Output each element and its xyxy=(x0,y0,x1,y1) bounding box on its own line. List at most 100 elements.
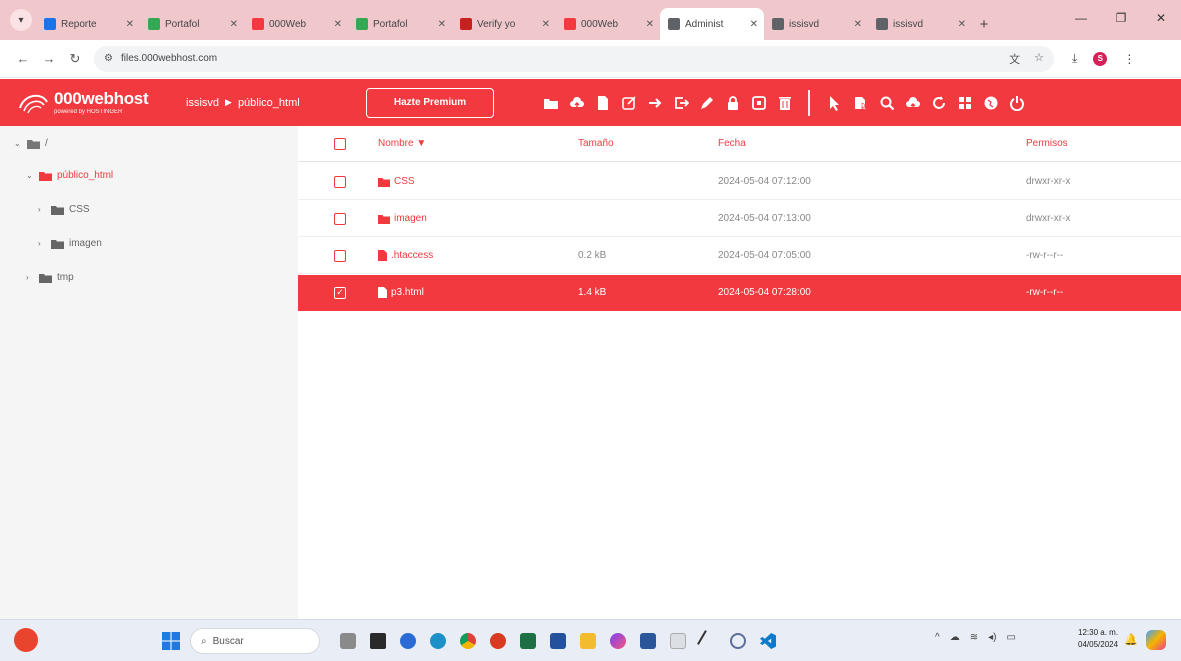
taskbar-app-git[interactable] xyxy=(725,628,751,654)
file-row[interactable]: .htaccess 0.2 kB 2024-05-04 07:05:00 -rw-r-… xyxy=(298,238,1181,274)
tab-close-icon[interactable]: ✕ xyxy=(230,19,238,30)
minimize-button[interactable]: — xyxy=(1061,0,1101,36)
site-info-icon[interactable]: ⚙ xyxy=(104,53,113,64)
taskbar-app-excel[interactable] xyxy=(515,628,541,654)
chevron-down-icon[interactable]: ⌄ xyxy=(26,171,34,180)
premium-button[interactable]: Hazte Premium xyxy=(366,87,494,118)
new-file-button[interactable] xyxy=(590,90,616,116)
file-name-cell[interactable]: p3.html xyxy=(378,287,424,298)
chevron-right-icon[interactable]: › xyxy=(38,239,46,248)
file-name-cell[interactable]: CSS xyxy=(378,176,415,187)
browser-tab[interactable]: issisvd ✕ xyxy=(868,8,972,40)
tab-search-button[interactable]: ▾ xyxy=(10,9,32,31)
delete-button[interactable] xyxy=(772,90,798,116)
tab-close-icon[interactable]: ✕ xyxy=(854,19,862,30)
weather-widget-icon[interactable] xyxy=(14,628,38,652)
back-button[interactable]: ← xyxy=(10,46,36,72)
tray-overflow-icon[interactable]: ^ xyxy=(935,632,940,643)
tree-item[interactable]: › tmp xyxy=(26,272,74,283)
profile-avatar[interactable]: S xyxy=(1093,51,1108,66)
tray-onedrive-icon[interactable]: ☁ xyxy=(950,632,960,643)
copy-button[interactable] xyxy=(668,90,694,116)
browser-menu-icon[interactable]: ⋮ xyxy=(1123,52,1135,66)
taskbar-clock[interactable]: 12:30 a. m. 04/05/2024 xyxy=(1078,627,1118,651)
browser-tab[interactable]: Administ ✕ xyxy=(660,8,764,40)
logo-000webhost[interactable]: 000webhost powered by HOSTINGER xyxy=(16,90,176,116)
column-header-permissions[interactable]: Permisos xyxy=(1026,138,1068,149)
tab-close-icon[interactable]: ✕ xyxy=(750,19,758,30)
row-checkbox[interactable]: ✓ xyxy=(334,286,346,299)
copilot-icon[interactable] xyxy=(1146,630,1166,650)
browser-tab[interactable]: Portafol ✕ xyxy=(140,8,244,40)
file-name-cell[interactable]: imagen xyxy=(378,213,427,224)
taskbar-app-files[interactable] xyxy=(575,628,601,654)
tray-volume-icon[interactable]: ◂) xyxy=(988,632,996,643)
edit-button[interactable] xyxy=(616,90,642,116)
reload-button[interactable]: ↻ xyxy=(62,46,88,72)
row-checkbox[interactable] xyxy=(334,249,346,262)
browser-tab[interactable]: 000Web ✕ xyxy=(556,8,660,40)
tab-close-icon[interactable]: ✕ xyxy=(438,19,446,30)
upload-button[interactable] xyxy=(564,90,590,116)
move-button[interactable] xyxy=(642,90,668,116)
logout-button[interactable] xyxy=(1004,90,1030,116)
select-button[interactable] xyxy=(822,90,848,116)
select-all-checkbox[interactable] xyxy=(334,137,346,150)
tray-battery-icon[interactable]: ▭ xyxy=(1006,632,1015,643)
settings-button[interactable] xyxy=(978,90,1004,116)
restore-button[interactable]: ❐ xyxy=(1101,0,1141,36)
taskbar-app-taskview[interactable] xyxy=(365,628,391,654)
taskbar-app-explorer[interactable] xyxy=(395,628,421,654)
browser-tab[interactable]: 000Web ✕ xyxy=(244,8,348,40)
file-row[interactable]: imagen 2024-05-04 07:13:00 drwxr-xr-x xyxy=(298,201,1181,237)
browser-tab[interactable]: issisvd ✕ xyxy=(764,8,868,40)
new-tab-button[interactable]: + xyxy=(972,8,996,40)
taskbar-app-copilot[interactable] xyxy=(605,628,631,654)
taskbar-app-pen[interactable] xyxy=(695,628,721,654)
file-name-cell[interactable]: .htaccess xyxy=(378,250,433,261)
forward-button[interactable]: → xyxy=(36,46,62,72)
chevron-right-icon[interactable]: › xyxy=(26,273,34,282)
column-header-date[interactable]: Fecha xyxy=(718,138,746,149)
close-window-button[interactable]: ✕ xyxy=(1141,0,1181,36)
taskbar-app-chrome[interactable] xyxy=(455,628,481,654)
file-row[interactable]: ✓ p3.html 1.4 kB 2024-05-04 07:28:00 -rw-r--… xyxy=(298,275,1181,311)
taskbar-app-notepad[interactable] xyxy=(665,628,691,654)
taskbar-app-vscode[interactable] xyxy=(755,628,781,654)
taskbar-app-store[interactable] xyxy=(545,628,571,654)
select-all-button[interactable] xyxy=(848,90,874,116)
tree-item-root[interactable]: ⌄ / xyxy=(14,138,48,149)
tab-close-icon[interactable]: ✕ xyxy=(334,19,342,30)
archive-button[interactable] xyxy=(746,90,772,116)
chevron-right-icon[interactable]: › xyxy=(38,205,46,214)
column-header-name[interactable]: Nombre ▼ xyxy=(378,138,426,149)
bookmark-star-icon[interactable]: ☆ xyxy=(1034,51,1044,67)
translate-icon[interactable]: 文 xyxy=(1009,51,1020,67)
rename-button[interactable] xyxy=(694,90,720,116)
taskbar-app-widgets[interactable] xyxy=(335,628,361,654)
tab-close-icon[interactable]: ✕ xyxy=(958,19,966,30)
browser-tab[interactable]: Reporte ✕ xyxy=(36,8,140,40)
browser-tab[interactable]: Verify yo ✕ xyxy=(452,8,556,40)
grid-view-button[interactable] xyxy=(952,90,978,116)
tray-wifi-icon[interactable]: ≋ xyxy=(970,632,978,643)
address-bar[interactable]: ⚙ files.000webhost.com 文 ☆ xyxy=(94,45,1054,72)
refresh-button[interactable] xyxy=(926,90,952,116)
tab-close-icon[interactable]: ✕ xyxy=(542,19,550,30)
taskbar-search[interactable]: ⌕ Buscar xyxy=(190,628,320,654)
notification-bell-icon[interactable]: 🔔 xyxy=(1124,633,1138,646)
breadcrumb-item-current[interactable]: público_html xyxy=(238,97,300,109)
taskbar-app-media[interactable] xyxy=(485,628,511,654)
file-row[interactable]: CSS 2024-05-04 07:12:00 drwxr-xr-x xyxy=(298,164,1181,200)
tree-item[interactable]: › imagen xyxy=(38,238,102,249)
url-text[interactable]: files.000webhost.com xyxy=(121,53,217,64)
new-folder-button[interactable] xyxy=(538,90,564,116)
row-checkbox[interactable] xyxy=(334,212,346,225)
taskbar-app-word[interactable] xyxy=(635,628,661,654)
tab-close-icon[interactable]: ✕ xyxy=(126,19,134,30)
downloads-icon[interactable]: ⤓ xyxy=(1072,51,1077,66)
search-button[interactable] xyxy=(874,90,900,116)
row-checkbox[interactable] xyxy=(334,175,346,188)
tree-item[interactable]: ⌄ público_html xyxy=(26,170,113,181)
column-header-size[interactable]: Tamaño xyxy=(578,138,614,149)
